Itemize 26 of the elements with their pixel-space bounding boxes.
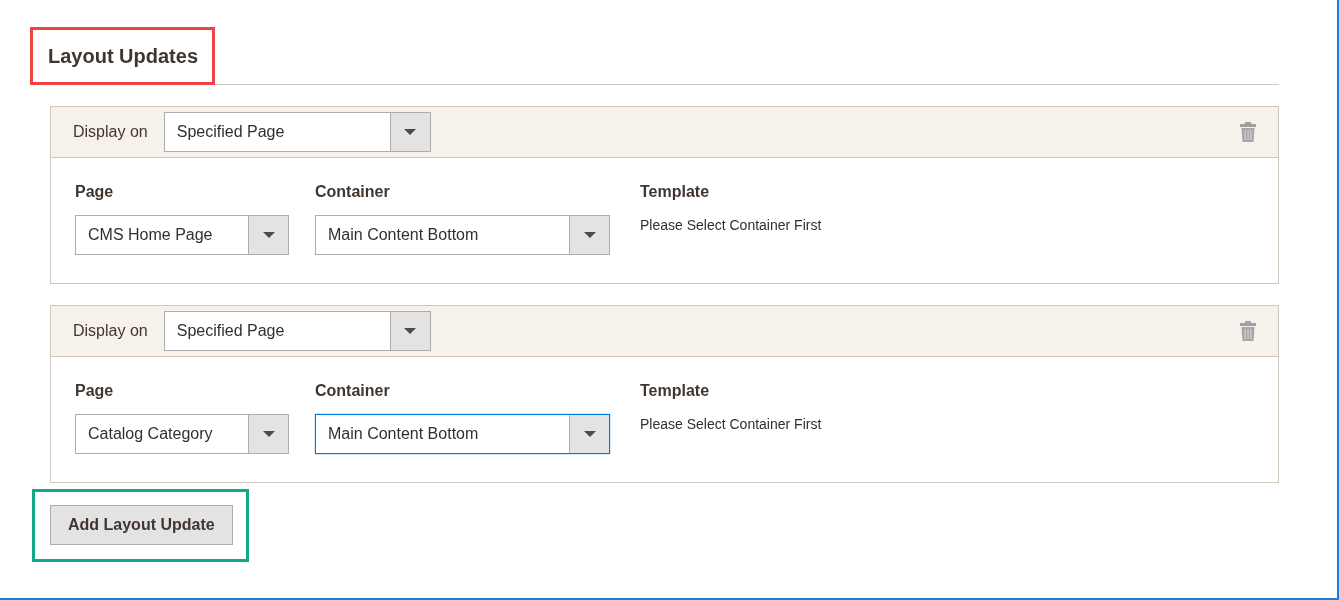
caret-icon bbox=[262, 232, 275, 238]
dropdown-field[interactable]: Specified Page bbox=[163, 112, 431, 152]
caret-icon bbox=[583, 431, 596, 437]
hint-text: Please Select Container First bbox=[640, 415, 822, 434]
trash-icon[interactable] bbox=[1240, 122, 1256, 142]
dropdown-field[interactable]: Main Content Bottom bbox=[315, 215, 610, 255]
field-label: Template bbox=[640, 182, 711, 202]
caret-icon bbox=[262, 431, 275, 437]
trash-icon[interactable] bbox=[1240, 321, 1256, 341]
dropdown-field[interactable]: Specified Page bbox=[163, 311, 431, 351]
dropdown-field[interactable]: Main Content Bottom bbox=[315, 414, 610, 454]
section-title: Layout Updates bbox=[48, 44, 199, 69]
field-label: Display on bbox=[73, 321, 148, 341]
caret-icon bbox=[404, 129, 417, 135]
caret-icon bbox=[583, 232, 596, 238]
field-label: Display on bbox=[73, 122, 148, 142]
dropdown-field[interactable]: Catalog Category bbox=[75, 414, 289, 454]
field-label: Container bbox=[315, 182, 391, 202]
hint-text: Please Select Container First bbox=[640, 216, 822, 235]
dropdown-field[interactable]: CMS Home Page bbox=[75, 215, 289, 255]
add-layout-update-button[interactable]: Add Layout Update bbox=[50, 505, 233, 545]
field-label: Template bbox=[640, 381, 711, 401]
field-label: Page bbox=[75, 381, 115, 401]
caret-icon bbox=[404, 328, 417, 334]
field-label: Page bbox=[75, 182, 115, 202]
field-label: Container bbox=[315, 381, 391, 401]
